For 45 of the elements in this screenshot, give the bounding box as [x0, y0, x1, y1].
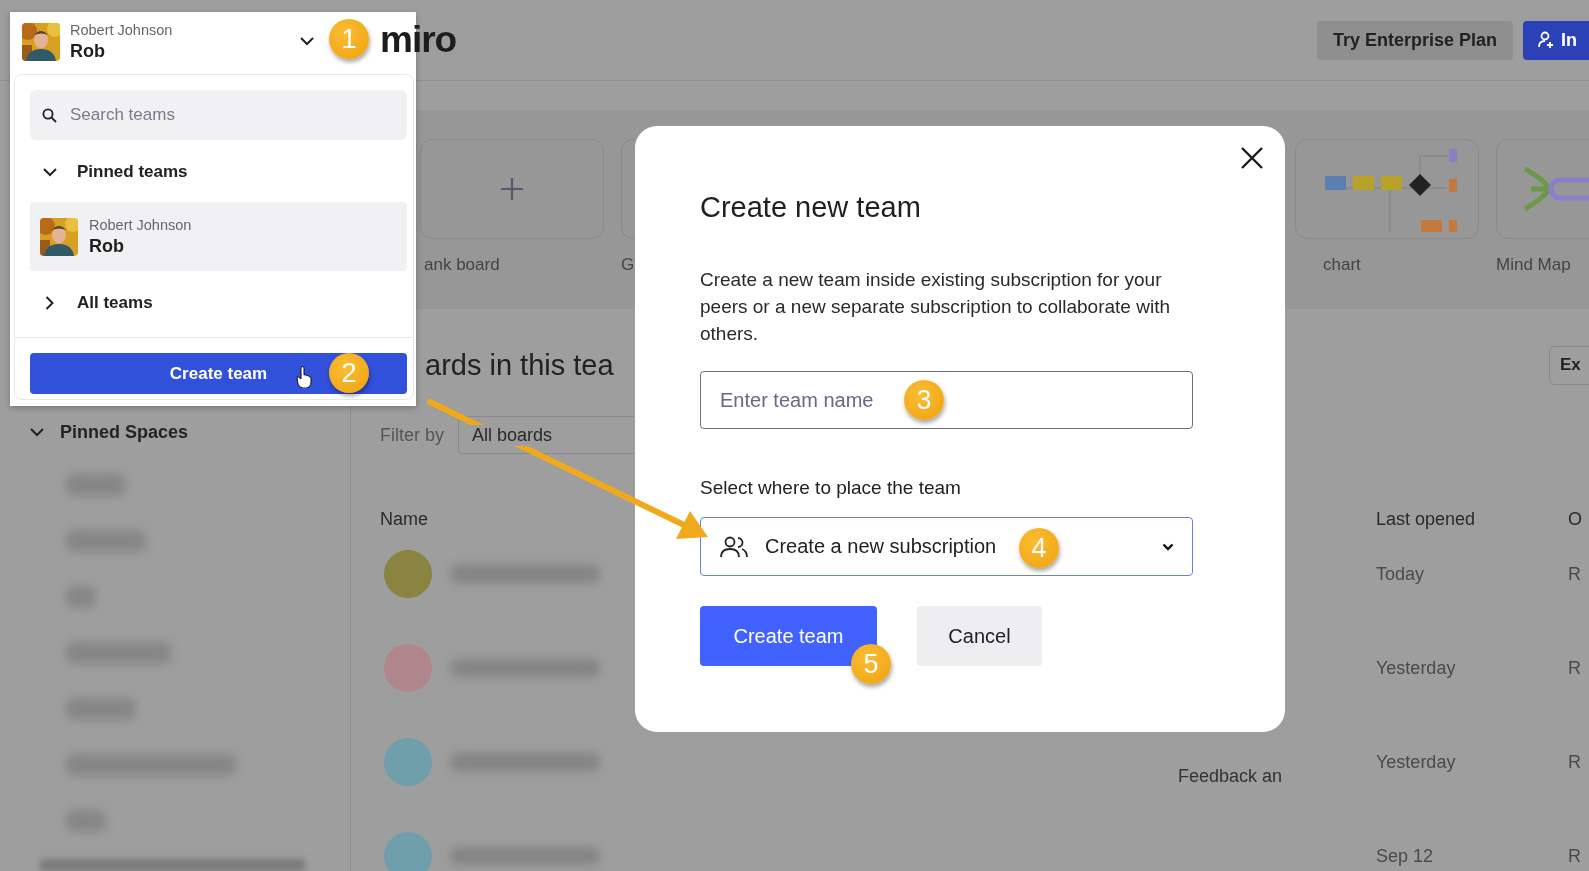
template-label: G — [621, 255, 635, 275]
template-card[interactable] — [1295, 139, 1479, 239]
column-header[interactable]: Name — [380, 508, 428, 530]
hand-cursor-icon — [296, 366, 312, 388]
section-toggle[interactable]: All teams — [77, 293, 153, 313]
template-card[interactable] — [420, 139, 604, 239]
filter-dropdown[interactable]: All boards — [458, 416, 634, 454]
upgrade-button[interactable]: Try Enterprise Plan — [1316, 20, 1513, 60]
section-toggle[interactable]: Pinned teams — [77, 162, 188, 182]
export-button[interactable]: Ex — [1549, 345, 1589, 385]
table-cell: R — [1568, 845, 1581, 867]
table-cell: Yesterday — [1376, 657, 1456, 679]
team-name: Rob — [70, 40, 106, 63]
team-item[interactable]: Robert Johnson Rob — [30, 202, 407, 271]
table-cell: Yesterday — [1376, 751, 1456, 773]
team-name: Rob — [89, 234, 125, 258]
table-cell: Today — [1376, 563, 1425, 585]
invite-button[interactable]: In — [1523, 20, 1589, 60]
people-icon — [719, 535, 749, 558]
table-cell: R — [1568, 563, 1581, 585]
section-heading: ards in this tea — [425, 348, 614, 382]
chevron-down-icon — [1162, 542, 1174, 551]
table-cell: Sep 12 — [1376, 845, 1434, 867]
table-cell: Feedback an — [1178, 765, 1283, 787]
field-label: Select where to place the team — [700, 476, 962, 500]
search-icon — [42, 108, 57, 123]
plus-icon — [500, 177, 524, 201]
chevron-down-icon — [300, 37, 314, 46]
template-label: Mind Map — [1496, 255, 1571, 275]
template-label: chart — [1323, 255, 1361, 275]
cancel-button[interactable]: Cancel — [917, 606, 1042, 666]
close-icon[interactable] — [1240, 146, 1264, 170]
dialog-title: Create new team — [700, 190, 922, 224]
template-label: ank board — [424, 255, 500, 275]
add-person-icon — [1537, 31, 1555, 49]
user-name: Robert Johnson — [89, 215, 193, 234]
user-name: Robert Johnson — [70, 21, 174, 39]
column-header[interactable]: O — [1568, 508, 1582, 530]
table-cell: R — [1568, 657, 1581, 679]
filter-label: Filter by — [380, 424, 444, 446]
section-title[interactable]: Pinned Spaces — [60, 421, 189, 443]
search-field[interactable]: Search teams — [30, 90, 407, 140]
dialog-description: Create a new team inside existing subscription for your peers or a new separate subscription to collaborate with others. — [700, 268, 1171, 346]
column-header[interactable]: Last opened — [1376, 508, 1476, 530]
table-cell: R — [1568, 751, 1581, 773]
